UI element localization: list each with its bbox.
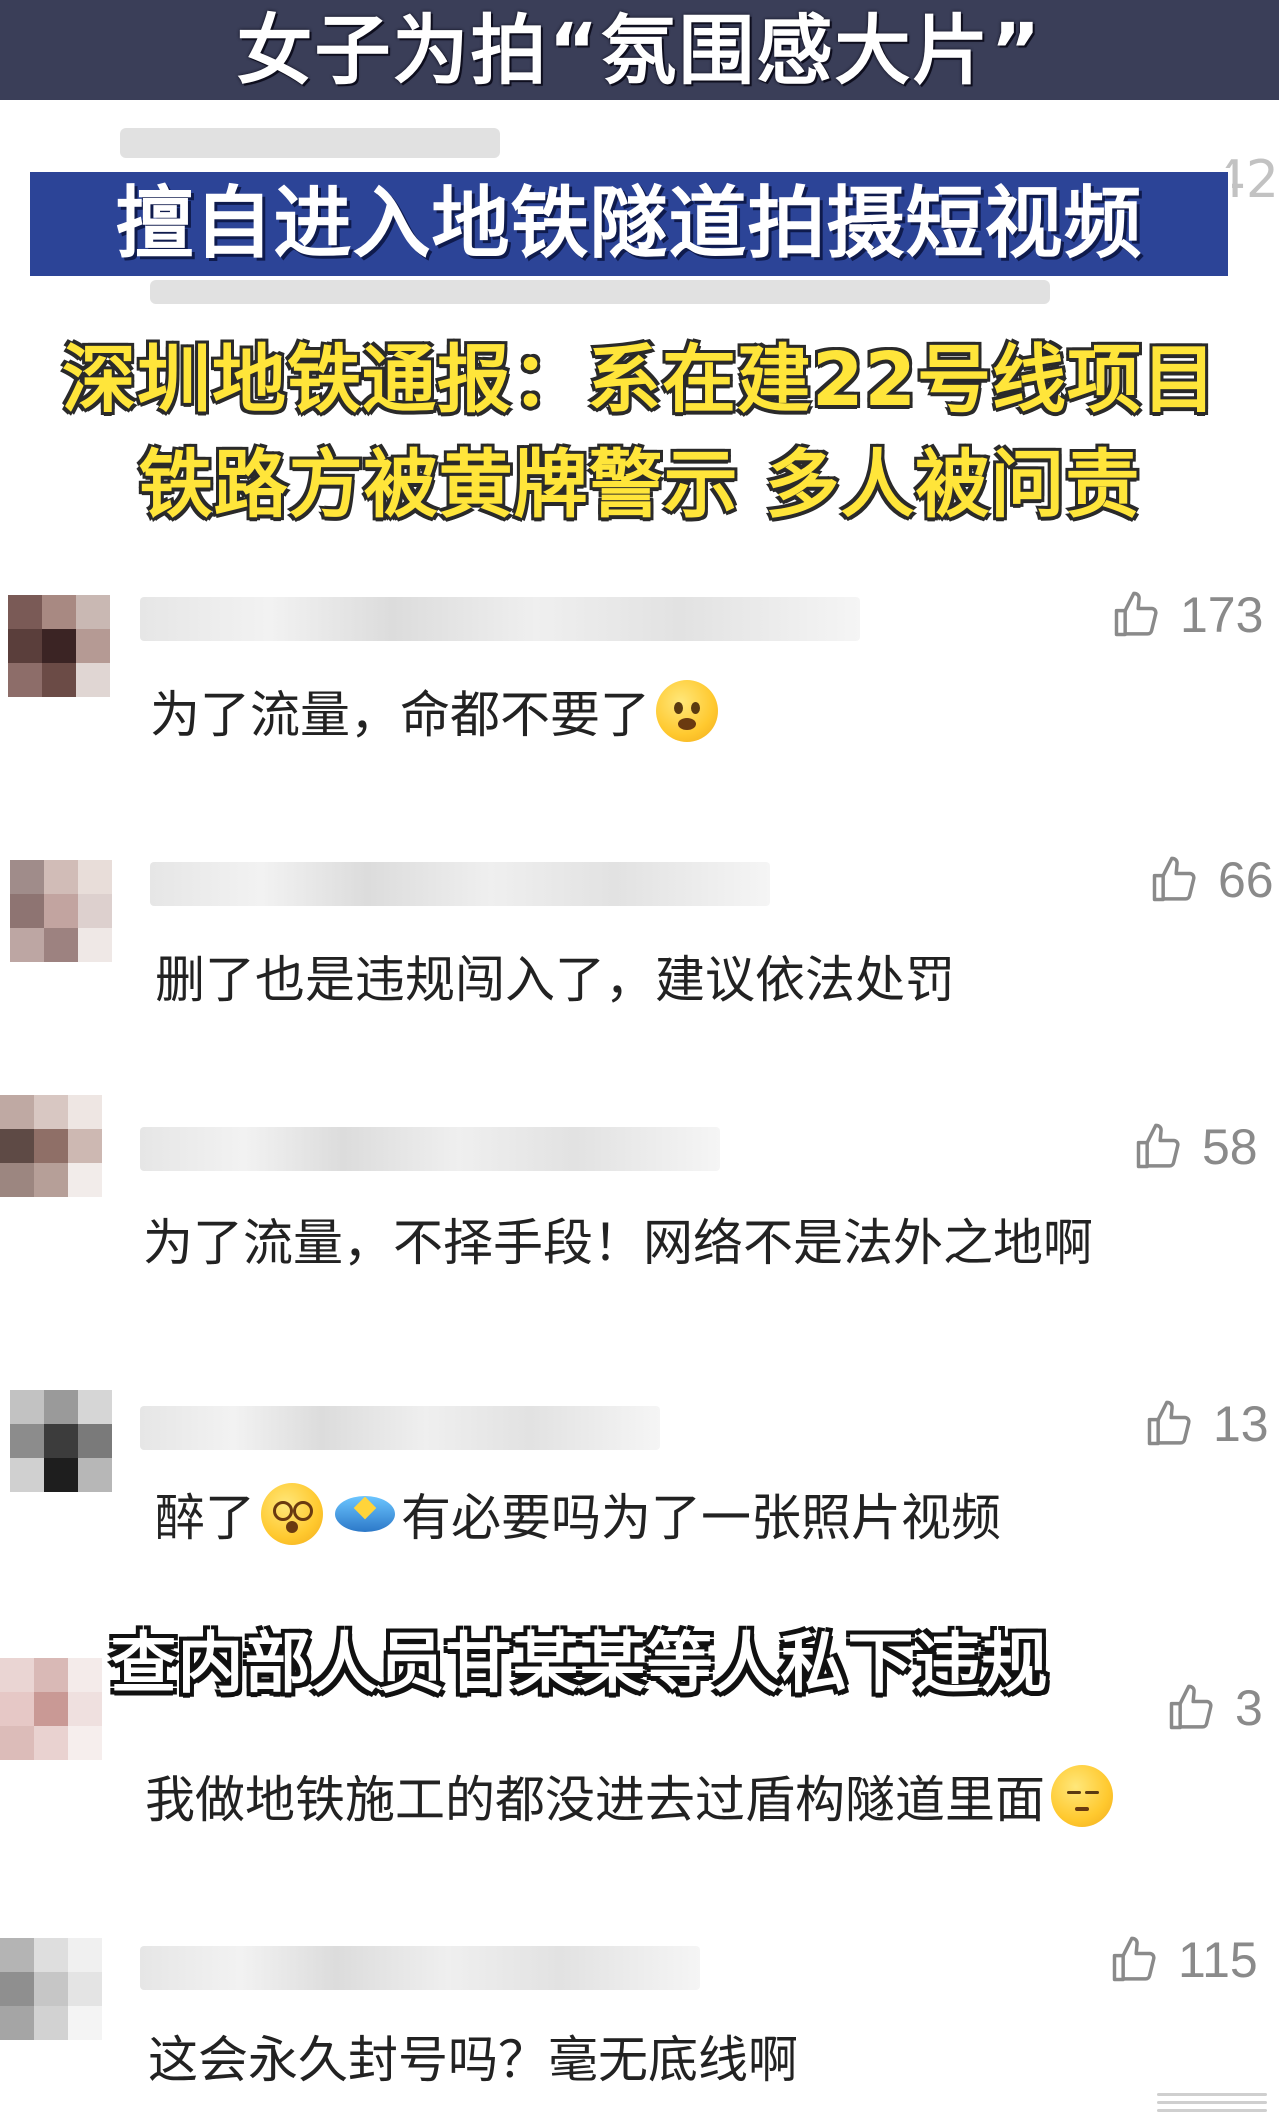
avatar[interactable] bbox=[10, 1390, 114, 1494]
thumbs-up-icon bbox=[1147, 1400, 1191, 1446]
ghost-blur-1 bbox=[120, 128, 500, 158]
thumbs-up-icon bbox=[1152, 856, 1196, 902]
ufo-emoji bbox=[335, 1496, 395, 1532]
username-blur[interactable] bbox=[140, 1406, 660, 1450]
comment-text: 为了流量，不择手段！网络不是法外之地啊 bbox=[143, 1214, 1093, 1272]
like-count: 66 bbox=[1218, 852, 1274, 908]
scroll-indicator bbox=[1157, 2088, 1267, 2118]
headline-line-2: 擅自进入地铁隧道拍摄短视频 bbox=[115, 179, 1143, 269]
comment-text: 删了也是违规闯入了，建议依法处罚 bbox=[155, 951, 955, 1009]
dizzy-emoji bbox=[261, 1483, 323, 1545]
avatar[interactable] bbox=[8, 595, 112, 699]
comment-text: 我做地铁施工的都没进去过盾构隧道里面 bbox=[145, 1760, 1119, 1832]
headline-line-4: 铁路方被黄牌警示 多人被问责 bbox=[138, 442, 1141, 528]
thumbs-up-icon bbox=[1136, 1123, 1180, 1169]
headline-line-3: 深圳地铁通报：系在建22号线项目 bbox=[62, 337, 1217, 423]
like-count: 115 bbox=[1178, 1932, 1258, 1988]
like-button[interactable]: 66 bbox=[1148, 850, 1274, 910]
thumbs-up-icon bbox=[1112, 1936, 1156, 1982]
thumbs-up-icon bbox=[1114, 591, 1158, 637]
username-blur[interactable] bbox=[140, 1946, 700, 1990]
username-blur[interactable] bbox=[140, 1127, 720, 1171]
comment-text: 醉了 有必要吗为了一张照片视频 bbox=[155, 1478, 1001, 1550]
news-header: 女子为拍“氛围感大片” 42 擅自进入地铁隧道拍摄短视频 深圳地铁通报：系在建2… bbox=[0, 0, 1279, 530]
comment-text: 为了流量，命都不要了 bbox=[150, 675, 724, 747]
like-button[interactable]: 58 bbox=[1132, 1117, 1258, 1177]
like-button[interactable]: 173 bbox=[1110, 585, 1263, 645]
avatar[interactable] bbox=[0, 1938, 104, 2042]
avatar[interactable] bbox=[0, 1095, 104, 1199]
like-count: 13 bbox=[1213, 1396, 1269, 1452]
avatar[interactable] bbox=[10, 860, 114, 964]
like-button[interactable]: 115 bbox=[1108, 1930, 1258, 1990]
like-button[interactable]: 13 bbox=[1143, 1394, 1269, 1454]
ghost-blur-2 bbox=[150, 280, 1050, 304]
username-blur[interactable] bbox=[140, 597, 860, 641]
username-blur[interactable] bbox=[150, 862, 770, 906]
comment-text: 这会永久封号吗？毫无底线啊 bbox=[148, 2031, 798, 2089]
overlay-caption: 查内部人员甘某某等人私下违规 bbox=[110, 1625, 1049, 1702]
scream-emoji bbox=[656, 680, 718, 742]
like-count: 173 bbox=[1180, 587, 1264, 643]
sweat-emoji bbox=[1051, 1765, 1113, 1827]
headline-line-1: 女子为拍“氛围感大片” bbox=[236, 6, 1043, 95]
like-count: 58 bbox=[1202, 1119, 1258, 1175]
